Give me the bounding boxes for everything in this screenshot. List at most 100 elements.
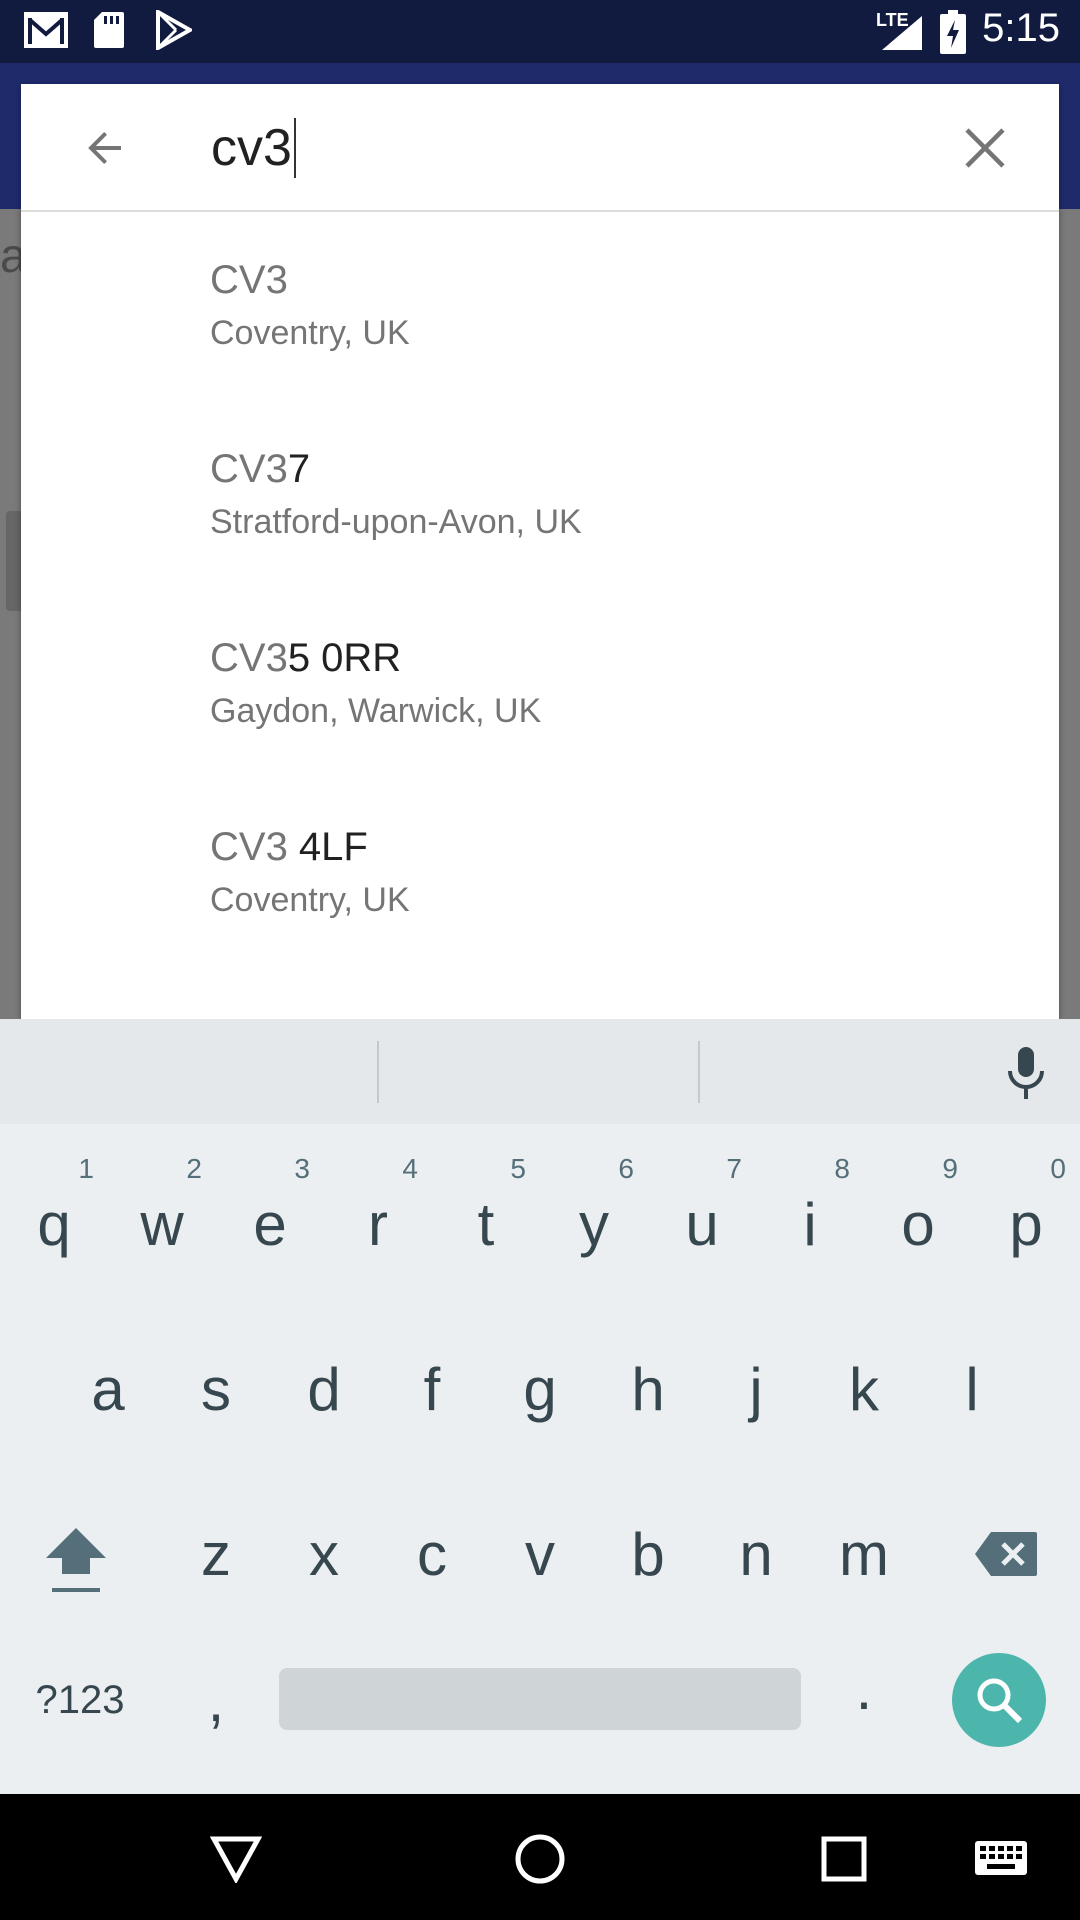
search-card: cv3 CV3 Coventry, UK CV37 Stratford-upon… — [21, 84, 1059, 1019]
strip-divider — [698, 1041, 700, 1103]
keyboard: ?123 , . q1w2e3r4t5y6u7i8o9p0asdfghjklzx… — [0, 1019, 1080, 1794]
close-icon — [965, 128, 1005, 168]
key-a[interactable]: a — [54, 1314, 162, 1464]
signal-icon — [880, 14, 924, 57]
suggestion-item[interactable]: CV3 4LF Coventry, UK — [21, 781, 1059, 970]
space-key[interactable] — [279, 1668, 801, 1730]
key-b[interactable]: b — [594, 1479, 702, 1629]
suggestion-title: CV35 0RR — [210, 636, 402, 680]
search-key[interactable] — [952, 1653, 1046, 1747]
key-hint: 8 — [834, 1153, 850, 1184]
key-label: y — [579, 1190, 609, 1258]
suggestion-item[interactable]: CV3 Coventry, UK — [21, 214, 1059, 403]
search-bar: cv3 — [21, 84, 1059, 212]
key-hint: 1 — [78, 1153, 94, 1184]
key-hint: 6 — [618, 1153, 634, 1184]
voice-input-button[interactable] — [998, 1043, 1054, 1103]
key-o[interactable]: o9 — [864, 1149, 972, 1299]
key-e[interactable]: e3 — [216, 1149, 324, 1299]
key-hint: 3 — [294, 1153, 310, 1184]
key-label: u — [685, 1190, 719, 1258]
recents-nav-button[interactable] — [809, 1824, 879, 1894]
comma-key[interactable]: , — [162, 1625, 270, 1775]
key-f[interactable]: f — [378, 1314, 486, 1464]
microphone-icon — [1008, 1047, 1044, 1099]
gmail-icon — [22, 10, 70, 55]
symbols-key[interactable]: ?123 — [26, 1625, 134, 1775]
suggestion-item[interactable]: CV35 0RR Gaydon, Warwick, UK — [21, 592, 1059, 781]
shift-key[interactable] — [22, 1484, 130, 1634]
key-i[interactable]: i8 — [756, 1149, 864, 1299]
key-n[interactable]: n — [702, 1479, 810, 1629]
key-d[interactable]: d — [270, 1314, 378, 1464]
period-key[interactable]: . — [810, 1613, 918, 1763]
triangle-back-icon — [210, 1836, 262, 1883]
sd-card-icon — [92, 10, 126, 55]
key-u[interactable]: u7 — [648, 1149, 756, 1299]
backspace-icon — [975, 1532, 1037, 1576]
navigation-bar — [0, 1794, 1080, 1920]
key-j[interactable]: j — [702, 1314, 810, 1464]
key-c[interactable]: c — [378, 1479, 486, 1629]
screen: LTE 5:15 a cv3 CV3 Coventry, UK CV37 Str… — [0, 0, 1080, 1920]
key-g[interactable]: g — [486, 1314, 594, 1464]
circle-home-icon — [515, 1834, 565, 1884]
back-nav-button[interactable] — [201, 1824, 271, 1894]
key-p[interactable]: p0 — [972, 1149, 1080, 1299]
key-hint: 9 — [942, 1153, 958, 1184]
battery-icon — [940, 10, 966, 59]
key-s[interactable]: s — [162, 1314, 270, 1464]
shift-icon — [46, 1528, 106, 1592]
play-store-icon — [156, 8, 195, 55]
suggestion-subtitle: Stratford-upon-Avon, UK — [210, 503, 582, 541]
key-label: p — [1009, 1190, 1043, 1258]
suggestion-subtitle: Coventry, UK — [210, 881, 410, 919]
keyboard-switch-button[interactable] — [966, 1824, 1036, 1894]
key-label: t — [477, 1190, 495, 1258]
key-v[interactable]: v — [486, 1479, 594, 1629]
backspace-key[interactable] — [952, 1479, 1060, 1629]
square-recents-icon — [821, 1836, 867, 1882]
back-button[interactable] — [71, 114, 139, 182]
status-bar: LTE 5:15 — [0, 0, 1080, 63]
key-label: e — [253, 1190, 287, 1258]
search-input[interactable]: cv3 — [211, 110, 296, 186]
search-icon — [977, 1678, 1023, 1724]
keyboard-suggestion-strip — [0, 1019, 1080, 1124]
key-q[interactable]: q1 — [0, 1149, 108, 1299]
suggestion-title: CV3 4LF — [210, 825, 368, 869]
key-hint: 2 — [186, 1153, 202, 1184]
key-x[interactable]: x — [270, 1479, 378, 1629]
key-y[interactable]: y6 — [540, 1149, 648, 1299]
keyboard-icon — [975, 1841, 1027, 1875]
key-h[interactable]: h — [594, 1314, 702, 1464]
search-query: cv3 — [211, 119, 292, 177]
suggestion-subtitle: Coventry, UK — [210, 314, 410, 352]
key-k[interactable]: k — [810, 1314, 918, 1464]
key-label: o — [901, 1190, 935, 1258]
key-w[interactable]: w2 — [108, 1149, 216, 1299]
key-label: i — [803, 1190, 817, 1258]
key-m[interactable]: m — [810, 1479, 918, 1629]
key-label: r — [368, 1190, 388, 1258]
key-z[interactable]: z — [162, 1479, 270, 1629]
key-t[interactable]: t5 — [432, 1149, 540, 1299]
clock: 5:15 — [982, 6, 1060, 50]
suggestion-subtitle: Gaydon, Warwick, UK — [210, 692, 542, 730]
text-caret — [293, 118, 296, 178]
strip-divider — [377, 1041, 379, 1103]
clear-button[interactable] — [951, 114, 1019, 182]
suggestion-title: CV37 — [210, 447, 311, 491]
key-hint: 4 — [402, 1153, 418, 1184]
key-hint: 5 — [510, 1153, 526, 1184]
key-hint: 0 — [1050, 1153, 1066, 1184]
key-label: q — [37, 1190, 71, 1258]
key-l[interactable]: l — [918, 1314, 1026, 1464]
suggestion-item[interactable]: CV37 Stratford-upon-Avon, UK — [21, 403, 1059, 592]
suggestion-title: CV3 — [210, 258, 288, 302]
arrow-left-icon — [88, 132, 121, 164]
key-label: w — [140, 1190, 184, 1258]
home-nav-button[interactable] — [505, 1824, 575, 1894]
key-r[interactable]: r4 — [324, 1149, 432, 1299]
key-hint: 7 — [726, 1153, 742, 1184]
